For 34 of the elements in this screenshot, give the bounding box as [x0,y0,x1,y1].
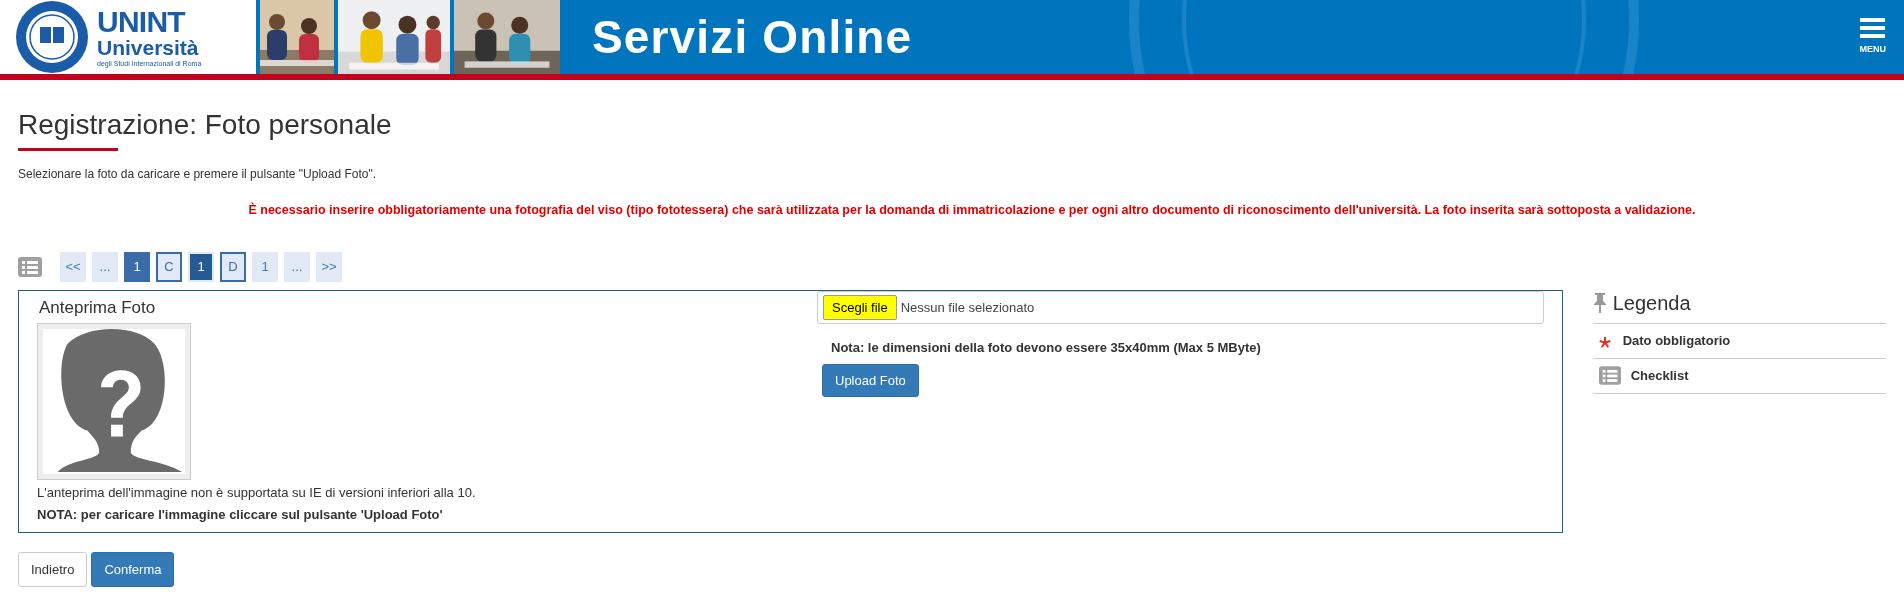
step-link[interactable]: 1 [252,251,278,282]
back-button[interactable]: Indietro [18,551,88,587]
legend-title: Legenda [1612,290,1691,316]
file-status: Nessun file selezionato [900,298,1035,317]
menu-icon [1860,17,1886,39]
checklist-icon [18,256,42,277]
placeholder-portrait-icon [37,323,191,481]
size-note: Nota: le dimensioni della foto devono essere 35x40mm (Max 5 MByte) [831,338,1262,357]
instruction-text: Selezionare la foto da caricare e premere il pulsante "Upload Foto". [18,166,378,183]
logo-mark: UNINT [97,7,187,37]
menu-button[interactable]: MENU [1859,17,1886,57]
pushpin-icon [1592,292,1607,313]
confirm-button[interactable]: Conferma [91,551,175,587]
banner-title: Servizi Online [592,9,913,65]
step-link[interactable]: >> [316,251,342,282]
checklist-icon [1598,366,1621,386]
preview-bold-note: NOTA: per caricare l'immagine cliccare sul pulsante 'Upload Foto' [37,505,444,524]
preview-title: Anteprima Foto [39,296,157,319]
step-link[interactable]: ... [284,251,310,282]
step-link[interactable]: ... [92,251,118,282]
step-link[interactable]: << [60,251,86,282]
step-link[interactable]: 1 [124,251,150,282]
upload-photo-button[interactable]: Upload Foto [822,364,919,398]
page-title: Registrazione: Foto personale [18,108,392,142]
legend-item-label: Checklist [1630,367,1689,385]
file-input-field[interactable]: Scegli file Nessun file selezionato [817,290,1544,324]
preview-note: L'anteprima dell'immagine non è supportata su IE di versioni inferiori alla 10. [37,484,477,503]
logo-name: Università [97,37,200,58]
step-link[interactable]: C [156,251,182,282]
legend-item-label: Dato obbligatorio [1622,332,1731,350]
choose-file-button[interactable]: Scegli file [823,294,897,320]
step-link[interactable]: D [220,251,246,282]
step-link[interactable]: 1 [188,251,214,282]
warning-text: È necessario inserire obbligatoriamente una fotografia del viso (tipo fototessera) che sarà utilizzata per la domanda di immatricolazione e per ogni altro documento di riconoscimento dell'università. La foto inserita sarà sottoposta a validazione. [247,201,1697,219]
